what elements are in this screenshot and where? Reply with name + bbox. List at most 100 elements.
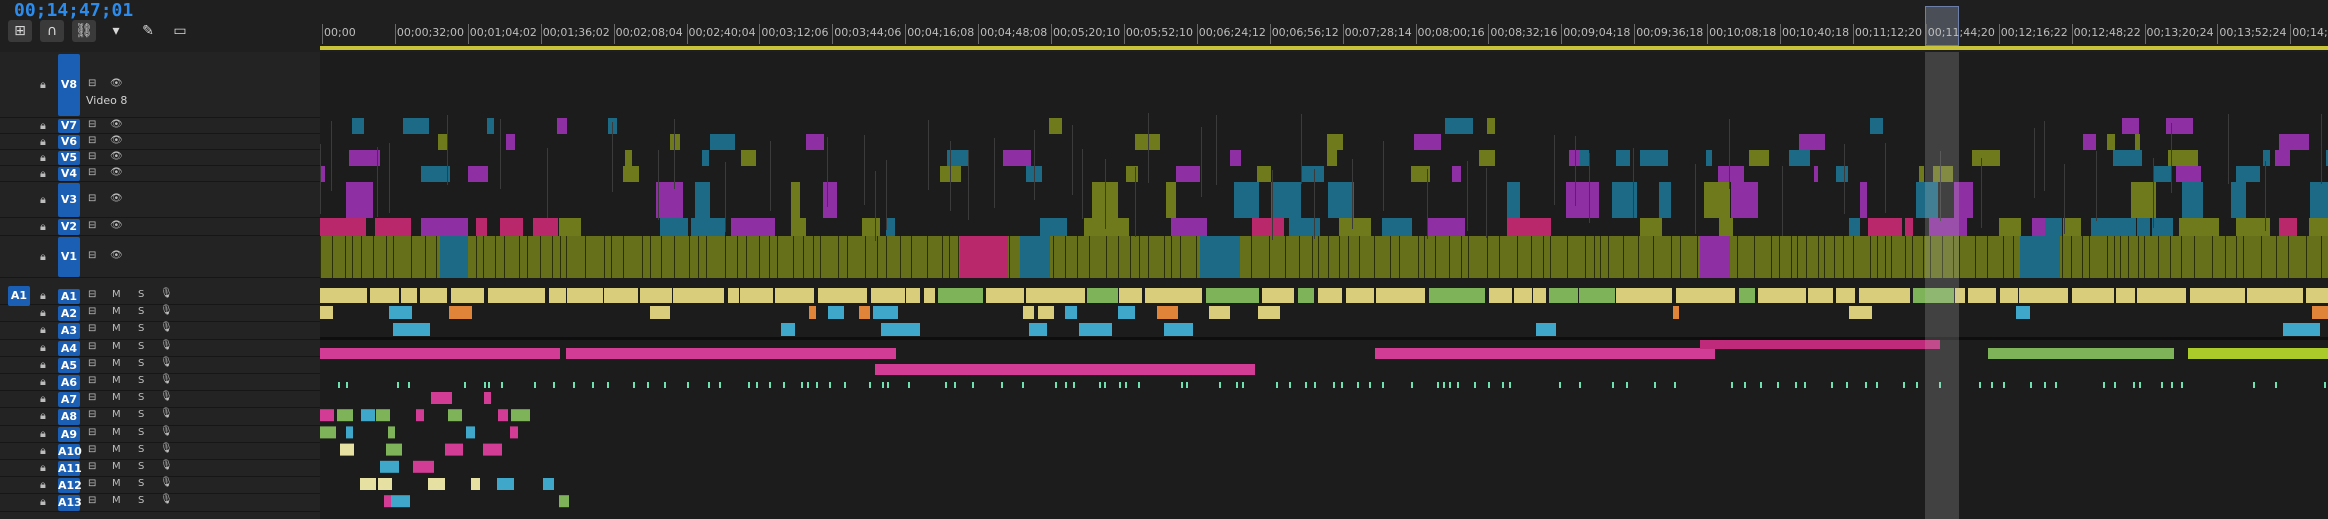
edit-line[interactable] — [1383, 141, 1384, 211]
clip-v2[interactable] — [2236, 218, 2270, 236]
clip-a6[interactable] — [1579, 382, 1581, 388]
clip-video[interactable] — [2310, 182, 2328, 218]
clip-edge[interactable] — [838, 236, 839, 278]
clip-video[interactable] — [1659, 182, 1671, 218]
clip-a2[interactable] — [809, 306, 816, 319]
edit-line[interactable] — [864, 135, 865, 205]
sync-lock-icon[interactable]: ⊟ — [88, 78, 96, 89]
clip-edge[interactable] — [2071, 236, 2072, 278]
clip-a6[interactable] — [1073, 382, 1075, 388]
clip-v2[interactable] — [1252, 218, 1284, 236]
clip-a6[interactable] — [573, 382, 575, 388]
clip-video[interactable] — [1327, 134, 1343, 150]
clip-v2[interactable] — [1640, 218, 1662, 236]
clip-edge[interactable] — [552, 236, 553, 278]
clip-video[interactable] — [2176, 166, 2201, 182]
clip-a5[interactable] — [875, 364, 1255, 375]
sync-lock-icon[interactable]: ⊟ — [88, 135, 96, 146]
clip-edge[interactable] — [2288, 236, 2289, 278]
clip-a6[interactable] — [1488, 382, 1490, 388]
clip-v2[interactable] — [2032, 218, 2045, 236]
clip-edge[interactable] — [1891, 236, 1892, 278]
clip-a6[interactable] — [2055, 382, 2057, 388]
track-header-video[interactable]: 🔒︎ V1 ⊟ 👁︎ — [0, 236, 320, 278]
solo-button[interactable]: S — [138, 444, 144, 455]
lock-icon[interactable]: 🔒︎ — [40, 289, 46, 303]
clip-edge[interactable] — [1424, 236, 1425, 278]
clip-audio[interactable] — [543, 478, 554, 490]
edit-line[interactable] — [389, 143, 390, 213]
clip-edge[interactable] — [847, 236, 848, 278]
clip-a1[interactable] — [1808, 288, 1833, 303]
clip-audio[interactable] — [340, 443, 354, 456]
tracks-area[interactable] — [320, 52, 2328, 519]
clip-edge[interactable] — [2003, 236, 2004, 278]
track-header-audio[interactable]: 🔒︎ A11 ⊟ M S 🎙︎ — [0, 460, 320, 478]
edit-line[interactable] — [674, 119, 675, 189]
clip-a6[interactable] — [1242, 382, 1244, 388]
track-header-video[interactable]: 🔒︎ V2 ⊟ 👁︎ — [0, 218, 320, 236]
clip-edge[interactable] — [386, 236, 387, 278]
clip-video[interactable] — [1327, 150, 1337, 166]
clip-v2[interactable] — [375, 218, 411, 236]
edit-line[interactable] — [1105, 159, 1106, 229]
clip-a1[interactable] — [2247, 288, 2303, 303]
clip-v2[interactable] — [476, 218, 487, 236]
clip-video[interactable] — [468, 166, 488, 182]
clip-v2[interactable] — [862, 218, 880, 236]
clip-v2[interactable] — [320, 218, 366, 236]
clip-a1[interactable] — [1549, 288, 1578, 303]
clip-v2[interactable] — [1849, 218, 1860, 236]
solo-button[interactable]: S — [138, 409, 144, 420]
edit-line[interactable] — [1148, 113, 1149, 183]
clip-a6[interactable] — [1502, 382, 1504, 388]
time-ruler[interactable]: 00;00 00;00;32;00 00;01;04;02 00;01;36;02 00… — [320, 0, 2328, 52]
clip-a6[interactable] — [1022, 382, 1024, 388]
edit-line[interactable] — [2228, 114, 2229, 184]
clip-video[interactable] — [656, 182, 683, 218]
clip-video[interactable] — [2236, 166, 2260, 182]
clip-audio[interactable] — [431, 392, 452, 404]
clip-video[interactable] — [1507, 182, 1520, 218]
clip-video[interactable] — [487, 118, 494, 134]
lock-icon[interactable]: 🔒︎ — [40, 193, 46, 207]
clip-edge[interactable] — [1318, 236, 1319, 278]
clip-a6[interactable] — [1219, 382, 1221, 388]
edit-line[interactable] — [827, 137, 828, 207]
microphone-icon[interactable]: 🎙︎ — [160, 305, 173, 316]
clip-edge[interactable] — [2128, 236, 2129, 278]
clip-a3[interactable] — [2283, 323, 2320, 336]
clip-a6[interactable] — [1119, 382, 1121, 388]
track-header-audio[interactable]: 🔒︎ A3 ⊟ M S 🎙︎ — [0, 322, 320, 340]
edit-line[interactable] — [2153, 158, 2154, 228]
clip-v2[interactable] — [886, 218, 895, 236]
clip-video[interactable] — [1234, 182, 1259, 218]
clip-video[interactable] — [623, 166, 639, 182]
sync-lock-icon[interactable]: ⊟ — [88, 193, 96, 204]
clip-a1[interactable] — [1145, 288, 1202, 303]
clip-a6[interactable] — [1065, 382, 1067, 388]
clip-video[interactable] — [2279, 134, 2309, 150]
mute-button[interactable]: M — [112, 495, 121, 506]
clip-edge[interactable] — [759, 236, 760, 278]
clip-a6[interactable] — [464, 382, 466, 388]
clip-a6[interactable] — [801, 382, 803, 388]
clip-edge[interactable] — [706, 236, 707, 278]
clip-audio[interactable] — [320, 409, 334, 422]
clip-edge[interactable] — [1251, 236, 1252, 278]
clip-edge[interactable] — [927, 236, 928, 278]
clip-video[interactable] — [1731, 182, 1758, 218]
marker-icon[interactable]: ▾ — [104, 20, 128, 42]
clip-edge[interactable] — [320, 236, 321, 278]
lock-icon[interactable]: 🔒︎ — [40, 427, 46, 441]
clip-v2[interactable] — [1339, 218, 1371, 236]
clip-edge[interactable] — [769, 236, 770, 278]
clip-video[interactable] — [1860, 182, 1867, 218]
track-target-a2[interactable]: A2 — [58, 306, 80, 322]
clip-edge[interactable] — [642, 236, 643, 278]
track-target-v2[interactable]: V2 — [58, 219, 80, 235]
clip-edge[interactable] — [2089, 236, 2090, 278]
clip-edge[interactable] — [1843, 236, 1844, 278]
clip-a2[interactable] — [859, 306, 870, 319]
edit-line[interactable] — [658, 150, 659, 220]
